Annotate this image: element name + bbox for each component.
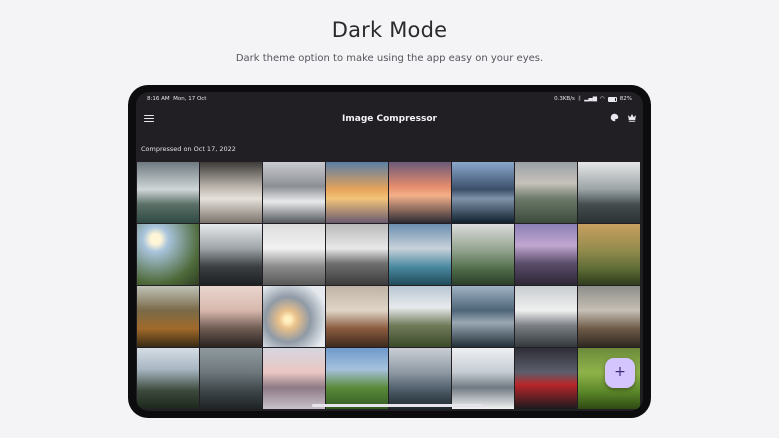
thumbnail-alpine-village[interactable] xyxy=(389,348,451,409)
gesture-handle[interactable] xyxy=(312,404,482,407)
thumbnail-desert-rocks[interactable] xyxy=(326,286,388,347)
palette-icon[interactable] xyxy=(608,113,620,125)
thumbnail-winter-sunrise-tree[interactable] xyxy=(263,286,325,347)
app-title: Image Compressor xyxy=(342,114,437,124)
thumbnail-foggy-peaks[interactable] xyxy=(263,224,325,285)
plus-icon: + xyxy=(614,364,626,380)
thumbnail-snowy-summit[interactable] xyxy=(452,348,514,409)
thumbnail-snowy-forest[interactable] xyxy=(200,224,262,285)
thumbnail-blue-lake-mountains[interactable] xyxy=(452,162,514,223)
app-bar: Image Compressor xyxy=(136,106,643,132)
thumbnail-sunset-sky[interactable] xyxy=(326,162,388,223)
thumbnail-golden-valley[interactable] xyxy=(578,224,640,285)
promo-subtitle: Dark theme option to make using the app … xyxy=(235,53,544,64)
crown-icon[interactable] xyxy=(626,113,638,125)
thumbnail-green-slope[interactable] xyxy=(452,224,514,285)
thumbnail-green-hills[interactable] xyxy=(326,348,388,409)
battery-icon xyxy=(607,96,617,102)
app-screen: 8:16 AM Mon, 17 Oct 0.3KB/s ᛒ ▂▄▆ ◠ 82% … xyxy=(136,92,643,411)
status-indicators: 0.3KB/s ᛒ ▂▄▆ ◠ 82% xyxy=(554,96,632,102)
thumbnail-autumn-forest[interactable] xyxy=(137,286,199,347)
status-time: 8:16 AM xyxy=(147,96,170,102)
add-image-button[interactable]: + xyxy=(605,358,635,388)
thumbnail-alpine-meadow[interactable] xyxy=(389,286,451,347)
thumbnail-misty-forest[interactable] xyxy=(200,348,262,409)
thumbnail-pink-lakeshore[interactable] xyxy=(263,348,325,409)
thumbnail-woman-on-hill[interactable] xyxy=(200,286,262,347)
bluetooth-icon: ᛒ xyxy=(577,96,582,102)
thumbnail-snow-ridge[interactable] xyxy=(326,224,388,285)
thumbnail-waterfall[interactable] xyxy=(137,162,199,223)
thumbnail-dark-valley[interactable] xyxy=(452,286,514,347)
image-gallery-grid xyxy=(137,162,640,409)
tablet-frame: 8:16 AM Mon, 17 Oct 0.3KB/s ᛒ ▂▄▆ ◠ 82% … xyxy=(128,85,651,418)
status-bar: 8:16 AM Mon, 17 Oct 0.3KB/s ᛒ ▂▄▆ ◠ 82% xyxy=(136,92,643,106)
thumbnail-snow-range[interactable] xyxy=(515,286,577,347)
signal-icon: ▂▄▆ xyxy=(584,96,597,102)
network-speed: 0.3KB/s xyxy=(554,96,575,102)
battery-percent: 82% xyxy=(619,96,632,102)
status-time-date: 8:16 AM Mon, 17 Oct xyxy=(147,96,206,102)
thumbnail-cliff-valley[interactable] xyxy=(515,162,577,223)
status-date: Mon, 17 Oct xyxy=(173,96,207,102)
section-date-label: Compressed on Oct 17, 2022 xyxy=(141,145,236,153)
thumbnail-clouds[interactable] xyxy=(200,162,262,223)
thumbnail-purple-dusk-peaks[interactable] xyxy=(515,224,577,285)
thumbnail-pine-forest[interactable] xyxy=(137,348,199,409)
thumbnail-glacier-lake[interactable] xyxy=(389,224,451,285)
wifi-icon: ◠ xyxy=(599,96,605,102)
thumbnail-sun-over-hills[interactable] xyxy=(137,224,199,285)
promo-title: Dark Mode xyxy=(331,18,448,42)
thumbnail-pink-sunset-mountain[interactable] xyxy=(389,162,451,223)
thumbnail-misty-ridge[interactable] xyxy=(578,162,640,223)
thumbnail-rocky-fog[interactable] xyxy=(578,286,640,347)
thumbnail-snowy-peaks[interactable] xyxy=(263,162,325,223)
thumbnail-red-boat[interactable] xyxy=(515,348,577,409)
